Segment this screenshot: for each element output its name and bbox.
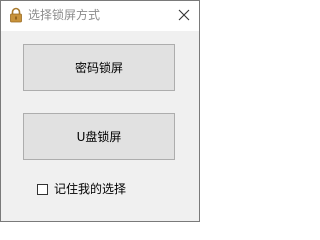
remember-choice-option[interactable]: 记住我的选择 (37, 182, 126, 196)
usb-lock-label: U盘锁屏 (76, 130, 122, 144)
password-lock-button[interactable]: 密码锁屏 (23, 44, 175, 91)
usb-lock-button[interactable]: U盘锁屏 (23, 113, 175, 160)
close-icon (178, 6, 190, 25)
remember-choice-checkbox[interactable] (37, 183, 48, 195)
title-bar: 选择锁屏方式 (1, 1, 199, 31)
close-button[interactable] (169, 1, 199, 29)
remember-choice-label: 记住我的选择 (54, 182, 127, 196)
window-title: 选择锁屏方式 (28, 8, 101, 22)
dialog-window: 选择锁屏方式 密码锁屏 U盘锁屏 记住我的选择 (0, 0, 200, 222)
dialog-body: 密码锁屏 U盘锁屏 记住我的选择 (1, 31, 199, 221)
password-lock-label: 密码锁屏 (74, 61, 123, 75)
padlock-icon (8, 7, 24, 23)
